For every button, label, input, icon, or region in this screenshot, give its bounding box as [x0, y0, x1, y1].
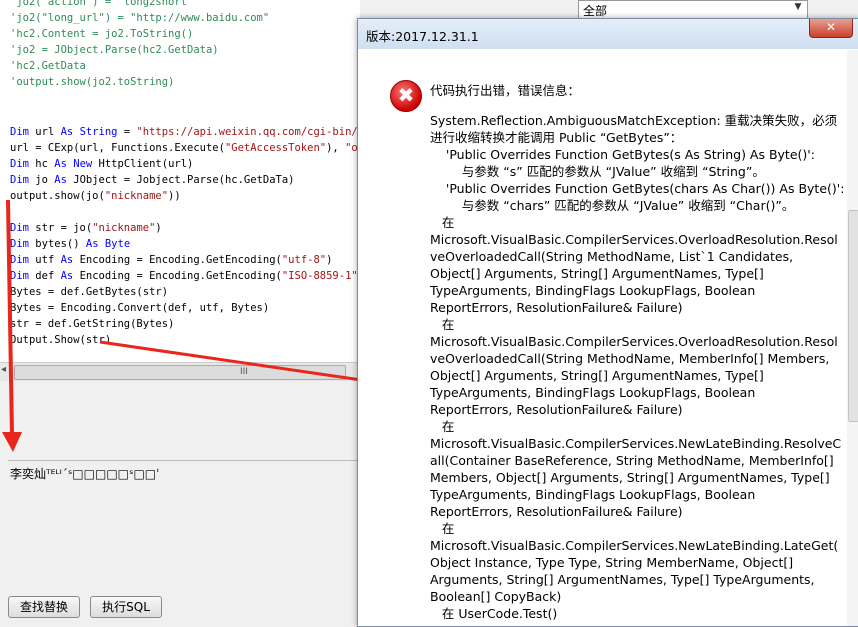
close-button[interactable]: ✕	[809, 19, 853, 38]
scrollbar-thumb[interactable]	[848, 210, 858, 422]
error-detail-line: 'Public Overrides Function GetBytes(char…	[430, 181, 845, 196]
annotation-arrowhead-down	[2, 432, 22, 452]
error-detail-line: Microsoft.VisualBasic.CompilerServices.O…	[430, 334, 838, 349]
error-detail-line: Boolean[] CopyBack)	[430, 589, 562, 604]
error-headline: 代码执行出错，错误信息：	[430, 83, 581, 98]
error-detail-line: 在	[430, 317, 455, 332]
error-detail-line: TypeArguments, BindingFlags LookupFlags,…	[430, 283, 756, 298]
annotation-arrow-down	[6, 199, 14, 436]
error-detail-line: Arguments, String[] ArgumentNames, Type[…	[430, 572, 815, 587]
error-detail-line: 与参数 “chars” 匹配的参数从 “JValue” 收缩到 “Char()”…	[430, 198, 795, 213]
dialog-body: ✖ 代码执行出错，错误信息： System.Reflection.Ambiguo…	[358, 50, 847, 626]
vertical-scrollbar[interactable]	[847, 50, 858, 626]
error-detail-line: Object Instance, Type Type, String Membe…	[430, 555, 794, 570]
error-detail-line: Members, Object[] Arguments, String[] Ar…	[430, 470, 830, 485]
error-detail-line: 在	[430, 215, 455, 230]
error-detail-line: Object[] Arguments, String[] ArgumentNam…	[430, 368, 764, 383]
error-detail-line: Microsoft.VisualBasic.CompilerServices.O…	[430, 232, 838, 247]
error-detail: System.Reflection.AmbiguousMatchExceptio…	[430, 112, 845, 622]
error-detail-line: all(Container BaseReference, String Meth…	[430, 453, 834, 468]
annotation-arrow-right	[99, 340, 376, 384]
error-detail-line: veOverloadedCall(String MethodName, List…	[430, 249, 794, 264]
error-detail-line: ReportErrors, ResolutionFailure& Failure…	[430, 300, 683, 315]
error-detail-line: Microsoft.VisualBasic.CompilerServices.N…	[430, 436, 842, 451]
error-detail-line: 在	[430, 419, 455, 434]
error-detail-line: 在 UserCode.Test()	[430, 606, 558, 621]
dialog-title: 版本:2017.12.31.1	[366, 29, 479, 44]
error-detail-line: ReportErrors, ResolutionFailure& Failure…	[430, 402, 683, 417]
error-icon: ✖	[390, 80, 422, 112]
error-detail-line: System.Reflection.AmbiguousMatchExceptio…	[430, 113, 838, 128]
error-detail-line: ReportErrors, ResolutionFailure& Failure…	[430, 504, 683, 519]
error-detail-line: 与参数 “s” 匹配的参数从 “JValue” 收缩到 “String”。	[430, 164, 765, 179]
error-detail-line: 在	[430, 521, 455, 536]
error-detail-line: TypeArguments, BindingFlags LookupFlags,…	[430, 385, 756, 400]
error-detail-line: Microsoft.VisualBasic.CompilerServices.N…	[430, 538, 839, 553]
dialog-titlebar[interactable]: 版本:2017.12.31.1 ✕	[358, 19, 858, 49]
error-dialog[interactable]: 版本:2017.12.31.1 ✕ ✖ 代码执行出错，错误信息： System.…	[357, 18, 858, 627]
error-detail-line: 进行收缩转换才能调用 Public “GetBytes”：	[430, 130, 683, 145]
error-detail-line: 'Public Overrides Function GetBytes(s As…	[430, 147, 815, 162]
error-detail-line: Object[] Arguments, String[] ArgumentNam…	[430, 266, 764, 281]
error-detail-line: TypeArguments, BindingFlags LookupFlags,…	[430, 487, 756, 502]
error-detail-line: veOverloadedCall(String MethodName, Memb…	[430, 351, 830, 366]
